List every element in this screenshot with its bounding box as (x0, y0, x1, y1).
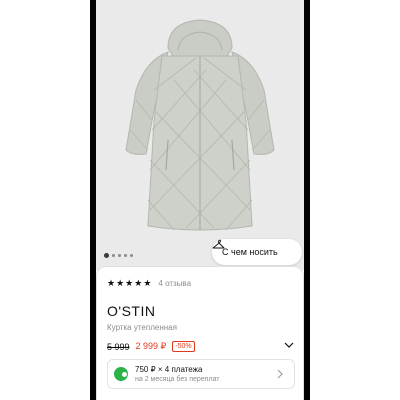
split-logo-icon (114, 367, 128, 381)
what-to-wear-button[interactable]: С чем носить (212, 239, 302, 265)
installment-payment-banner[interactable]: 750 ₽ × 4 платежа на 2 месяца без перепл… (107, 359, 295, 389)
gallery-pagination (104, 253, 133, 258)
star-icon: ★ (107, 278, 116, 288)
pagination-dot[interactable] (118, 254, 121, 257)
old-price: 5 999 (107, 341, 130, 352)
star-icon: ★ (125, 278, 134, 288)
jacket-image (125, 19, 275, 231)
pagination-dot[interactable] (112, 254, 115, 257)
installment-sub-text: на 2 месяца без переплат (135, 376, 220, 383)
what-to-wear-label: С чем носить (222, 247, 278, 257)
product-name: Куртка утепленная (107, 323, 177, 332)
discount-badge: -50% (172, 341, 195, 352)
brand-name[interactable]: O'STIN (107, 303, 155, 319)
price-row: 5 999 2 999 ₽ -50% (107, 341, 195, 352)
pagination-dot-active[interactable] (104, 253, 109, 258)
pagination-dot[interactable] (124, 254, 127, 257)
product-info-panel: ★ ★ ★ ★ ★ 4 отзыва O'STIN Куртка утеплен… (96, 266, 304, 400)
right-frame-edge (304, 0, 310, 400)
product-screen: С чем носить ★ ★ ★ ★ ★ 4 отзыва O'STIN К… (96, 0, 304, 400)
installment-main-text: 750 ₽ × 4 платежа (135, 365, 203, 374)
hanger-icon (212, 239, 225, 249)
reviews-count[interactable]: 4 отзыва (158, 279, 191, 288)
star-icon: ★ (143, 278, 152, 288)
current-price: 2 999 ₽ (135, 341, 167, 351)
star-icon: ★ (116, 278, 125, 288)
rating-row[interactable]: ★ ★ ★ ★ ★ 4 отзыва (107, 278, 191, 289)
product-gallery[interactable]: С чем носить (96, 0, 304, 270)
star-icon: ★ (134, 278, 143, 288)
pagination-dot[interactable] (130, 254, 133, 257)
chevron-down-icon[interactable] (283, 339, 295, 351)
chevron-right-icon (277, 369, 283, 379)
